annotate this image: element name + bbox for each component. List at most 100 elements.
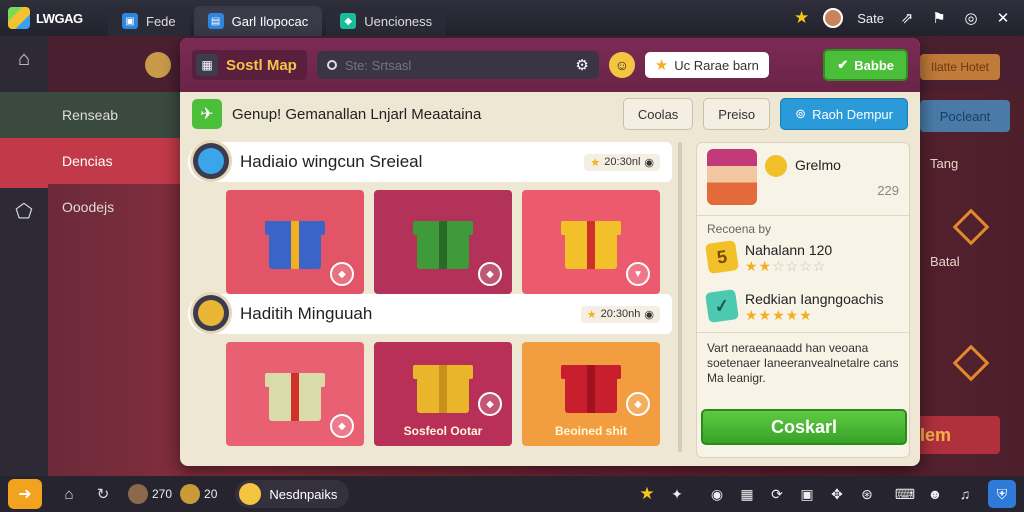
list-item[interactable]: Ooodejs — [0, 184, 180, 230]
pin-icon[interactable]: ◆ — [478, 262, 502, 286]
binoculars-icon: ⊚ — [795, 106, 807, 121]
sync-icon[interactable]: ⟳ — [764, 486, 790, 503]
record-icon[interactable]: ◉ — [704, 486, 730, 503]
gold-medal-icon — [190, 292, 232, 334]
pin-icon[interactable]: ⚑ — [930, 9, 948, 27]
coin-icon — [145, 52, 171, 78]
social-map-modal: ▦ Sostl Map ⚙ ☺ ★ Uc Rarae barn ✔ Babbe … — [180, 38, 920, 466]
home-icon[interactable]: ⌂ — [52, 486, 86, 503]
background-top-right-button[interactable]: Ilatte Hotet — [920, 54, 1000, 80]
shield-icon[interactable]: ⛨ — [988, 480, 1016, 508]
friend-avatar — [180, 484, 201, 504]
gift-card-yellow[interactable]: Sosfeol Ootar ◆ — [374, 342, 512, 446]
card-label: Sosfeol Ootar — [403, 424, 483, 438]
panel-header: Grelmo 229 — [697, 143, 909, 215]
tab-garl[interactable]: ▤ Garl Ilopocac — [193, 6, 323, 36]
share-icon[interactable]: ⇗ — [898, 9, 916, 27]
recommend-title: Redkian Iangngoachis — [745, 291, 884, 307]
recommend-item[interactable]: 5 Nahalann 120 ★★☆☆☆☆ — [697, 238, 909, 279]
back-arrow-icon[interactable]: ➜ — [8, 479, 42, 509]
background-red-button[interactable]: Iem — [916, 416, 1000, 454]
search-dempur-button[interactable]: ⊚ Raoh Dempur — [780, 98, 908, 130]
refresh-icon[interactable]: ↻ — [86, 485, 120, 503]
user-avatar[interactable] — [823, 8, 844, 28]
green-confirm-button[interactable]: ✔ Babbe — [823, 49, 908, 81]
close-icon[interactable]: ✕ — [994, 9, 1012, 27]
recommendation-panel: Grelmo 229 Recoena by 5 Nahalann 120 ★★☆… — [696, 142, 910, 458]
pin-icon[interactable]: ◆ — [330, 414, 354, 438]
list-item[interactable]: Renseab — [0, 92, 180, 138]
calendar-icon[interactable]: ▦ — [734, 486, 760, 503]
gamepad-icon[interactable]: ✥ — [824, 486, 850, 503]
modal-body: Hadiaio wingcun Sreieal ★ 20:30nl ◉ ◆ ◆ — [188, 140, 912, 460]
gold-gift-icon — [561, 215, 621, 269]
section-header: Hadiaio wingcun Sreieal ★ 20:30nl ◉ — [188, 140, 672, 182]
pin-icon[interactable]: ◆ — [626, 392, 650, 416]
star-icon[interactable]: ★ — [634, 484, 660, 504]
modal-title: Sostl Map — [226, 56, 297, 74]
sound-icon[interactable]: ♫ — [952, 486, 978, 502]
blue-briefcase-gift-icon — [265, 215, 325, 269]
background-right-text: Tang — [930, 156, 959, 171]
face-icon[interactable]: ☻ — [922, 486, 948, 502]
tab-uencioness[interactable]: ◆ Uencioness — [326, 6, 447, 36]
red-box-gift-icon — [561, 359, 621, 413]
gift-section-2: Haditih Minguuah ★ 20:30nh ◉ ◆ Sosfeol O… — [188, 292, 672, 446]
gift-card-blue[interactable]: ◆ — [226, 190, 364, 294]
panel-count: 229 — [877, 183, 899, 198]
plane-icon: ✈ — [192, 99, 222, 129]
map-icon: ▦ — [196, 54, 218, 76]
level-badge-icon: 5 — [705, 240, 739, 274]
gear-icon[interactable]: ⚙ — [575, 56, 588, 74]
record-icon: ◉ — [644, 308, 654, 321]
preiso-button[interactable]: Preiso — [703, 98, 771, 130]
rating-stars: ★★★★★ — [745, 307, 813, 323]
friend-2[interactable]: 20 — [180, 484, 217, 504]
user-label[interactable]: Sate — [857, 11, 884, 26]
panel-section-label: Recoena by — [697, 215, 909, 238]
gift-card-gold[interactable]: ▼ — [522, 190, 660, 294]
search-input[interactable] — [344, 57, 568, 73]
blue-medal-icon — [190, 140, 232, 182]
section-header: Haditih Minguuah ★ 20:30nh ◉ — [188, 292, 672, 334]
panel-description: Vart neraeanaadd han veoana soetenaer Ia… — [697, 332, 909, 394]
chat-bar[interactable]: Nesdnpaiks — [235, 480, 350, 508]
timer-label: 20:30nh — [600, 308, 641, 320]
scrollbar[interactable] — [678, 142, 682, 452]
gift-card-red[interactable]: Beoined shit ◆ — [522, 342, 660, 446]
app-logo[interactable]: LWGAG — [0, 0, 108, 36]
pin-icon[interactable]: ◆ — [330, 262, 354, 286]
search-bar[interactable]: ⚙ — [316, 51, 599, 79]
stars-badge[interactable]: ★ Uc Rarae barn — [644, 52, 769, 78]
grid-icon[interactable]: ▣ — [794, 486, 820, 503]
help-icon[interactable]: ◎ — [962, 9, 980, 27]
background-right-button[interactable]: Pocleant — [920, 100, 1010, 132]
settings-dial-icon[interactable]: ⊛ — [854, 486, 880, 503]
keyboard-icon[interactable]: ⌨ — [892, 486, 918, 503]
modal-title-box: ▦ Sostl Map — [192, 50, 307, 80]
sidebar-home-icon[interactable]: ⌂ — [0, 36, 48, 82]
section-timer: ★ 20:30nh ◉ — [580, 305, 660, 323]
bottom-bar: ➜ ⌂ ↻ 270 20 Nesdnpaiks ★ ✦ ◉ ▦ ⟳ ▣ ✥ ⊛ … — [0, 476, 1024, 512]
pin-icon[interactable]: ▼ — [626, 262, 650, 286]
card-label: Beoined shit — [554, 424, 627, 438]
tab-fede[interactable]: ▣ Fede — [108, 6, 190, 36]
tab-label: Garl Ilopocac — [231, 13, 309, 29]
gift-card-white[interactable]: ◆ — [226, 342, 364, 446]
cta-button[interactable]: Coskarl — [701, 409, 907, 445]
recommend-item[interactable]: ✓ Redkian Iangngoachis ★★★★★ — [697, 287, 909, 328]
pin-icon[interactable]: ◆ — [478, 392, 502, 416]
friend-count: 20 — [204, 487, 218, 501]
smiley-icon[interactable]: ☺ — [608, 52, 635, 78]
puzzle-icon[interactable]: ✦ — [664, 486, 690, 503]
timer-label: 20:30nl — [604, 156, 641, 168]
gift-card-green[interactable]: ◆ — [374, 190, 512, 294]
coolas-button[interactable]: Coolas — [622, 98, 694, 130]
list-item[interactable]: Dencias — [0, 138, 180, 184]
logo-mark-icon — [8, 7, 30, 29]
favorite-star-icon[interactable]: ★ — [794, 8, 809, 28]
friend-1[interactable]: 270 — [128, 484, 172, 504]
book-icon: ▤ — [207, 13, 224, 29]
tab-label: Uencioness — [364, 13, 433, 29]
recommend-title: Nahalann 120 — [745, 242, 833, 258]
